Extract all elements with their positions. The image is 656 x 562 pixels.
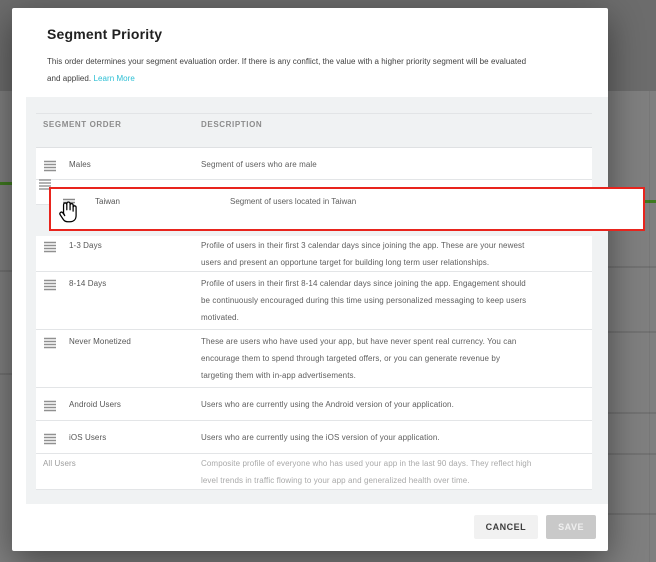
save-button[interactable]: SAVE [546, 515, 596, 539]
table-top-divider [36, 113, 592, 114]
table-row-ios-users[interactable]: iOS Users Users who are currently using … [36, 421, 592, 454]
segment-description: Profile of users in their first 8-14 cal… [201, 275, 592, 326]
table-row-1-3-days[interactable]: 1-3 Days Profile of users in their first… [36, 236, 592, 272]
segment-name: Taiwan [95, 193, 120, 210]
drag-handle-icon[interactable] [43, 399, 57, 411]
segment-table-panel: SEGMENT ORDER DESCRIPTION Males Segment … [26, 97, 608, 504]
table-row-males[interactable]: Males Segment of users who are male [36, 148, 592, 180]
dialog-description: This order determines your segment evalu… [47, 53, 595, 87]
table-row-8-14-days[interactable]: 8-14 Days Profile of users in their firs… [36, 272, 592, 330]
table-row-never-monetized[interactable]: Never Monetized These are users who have… [36, 330, 592, 388]
segment-name: Android Users [69, 396, 201, 413]
segment-name: All Users [43, 455, 201, 472]
segment-description: Segment of users who are male [201, 156, 592, 173]
drag-handle-icon[interactable] [43, 159, 57, 171]
cancel-button[interactable]: CANCEL [474, 515, 539, 539]
drag-handle-icon[interactable] [43, 432, 57, 444]
segment-name: 1-3 Days [69, 237, 201, 254]
segment-description: These are users who have used your app, … [201, 333, 592, 384]
background-column-line [649, 91, 650, 562]
table-row-android-users[interactable]: Android Users Users who are currently us… [36, 388, 592, 421]
segment-description: Composite profile of everyone who has us… [201, 455, 592, 489]
drag-handle-icon[interactable] [43, 240, 57, 252]
table-row-all-users: All Users Composite profile of everyone … [36, 454, 592, 490]
dialog-title: Segment Priority [47, 26, 162, 42]
dragged-row-taiwan[interactable]: Taiwan Segment of users located in Taiwa… [49, 187, 645, 231]
segment-description: Users who are currently using the Androi… [201, 396, 592, 413]
segment-name: Males [69, 156, 201, 173]
dialog-footer: CANCEL SAVE [474, 515, 596, 539]
background-row-line [0, 373, 12, 375]
segment-description: Users who are currently using the iOS ve… [201, 429, 592, 446]
background-row-line [0, 270, 12, 272]
segment-name: 8-14 Days [69, 275, 201, 292]
column-header-description: DESCRIPTION [201, 120, 262, 129]
drag-handle-icon[interactable] [43, 278, 57, 290]
column-header-segment-order: SEGMENT ORDER [43, 120, 121, 129]
learn-more-link[interactable]: Learn More [93, 74, 134, 83]
background-green-line-left [0, 182, 12, 185]
segment-description: Segment of users located in Taiwan [230, 193, 356, 210]
segment-name: iOS Users [69, 429, 201, 446]
segment-name: Never Monetized [69, 333, 201, 350]
segment-description: Profile of users in their first 3 calend… [201, 237, 592, 271]
grab-cursor-icon [55, 199, 82, 231]
drag-handle-icon[interactable] [43, 336, 57, 348]
segment-priority-dialog: Segment Priority This order determines y… [12, 8, 608, 551]
